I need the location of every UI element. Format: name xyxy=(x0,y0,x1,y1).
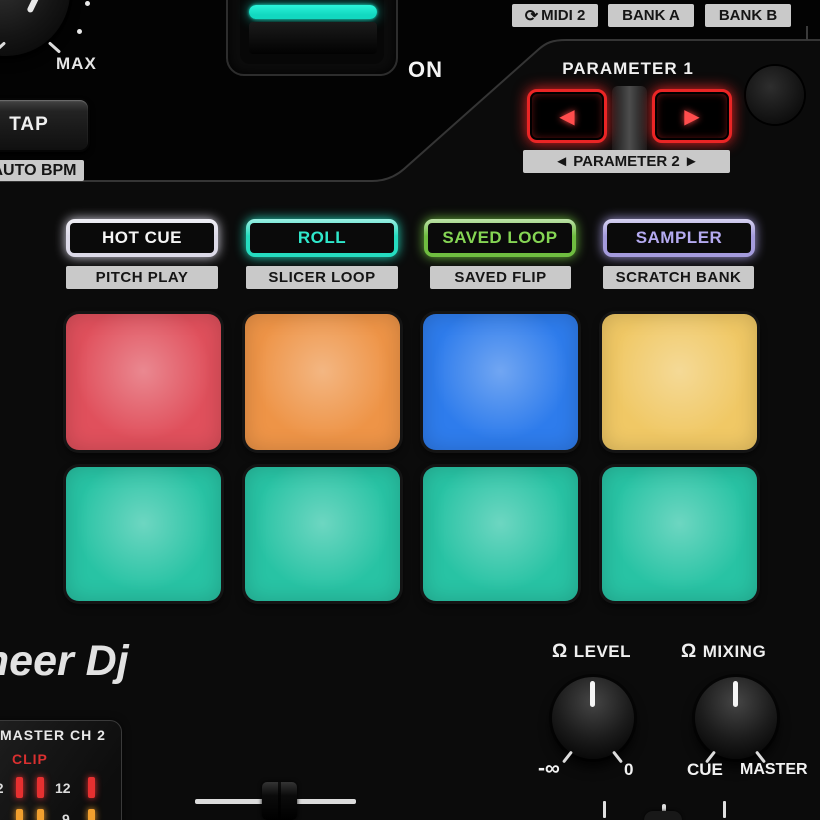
meter-scale-12-right: 12 xyxy=(55,780,71,796)
midi-sync-icon: ⟳ xyxy=(525,6,538,26)
left-arrow-icon: ◀ xyxy=(559,104,574,129)
knob-scale-dot xyxy=(77,29,82,34)
fx-paddle-light xyxy=(249,5,377,19)
meter-led-orange xyxy=(37,809,44,820)
performance-pad-5[interactable] xyxy=(66,467,221,601)
hot-cue-mode-button[interactable]: HOT CUE xyxy=(66,219,218,257)
meter-scale-12-left: 12 xyxy=(0,780,4,796)
level-knob-pointer xyxy=(590,681,595,707)
sampler-label: SAMPLER xyxy=(636,228,723,248)
slicer-loop-label: SLICER LOOP xyxy=(246,266,398,289)
on-label: ON xyxy=(408,57,443,83)
performance-pad-6[interactable] xyxy=(245,467,400,601)
saved-flip-label: SAVED FLIP xyxy=(430,266,571,289)
meter-led-red xyxy=(37,777,44,798)
saved-loop-label: SAVED LOOP xyxy=(442,228,557,248)
tap-button-label: TAP xyxy=(9,114,49,136)
hot-cue-label: HOT CUE xyxy=(102,228,182,248)
performance-pad-8[interactable] xyxy=(602,467,757,601)
midi2-label: ⟳ MIDI 2 xyxy=(512,4,598,27)
crossfader-handle[interactable] xyxy=(262,782,297,820)
level-max-label: 0 xyxy=(624,760,633,780)
headphone-mixing-label: Ω MIXING xyxy=(681,641,766,663)
right-arrow-icon: ▶ xyxy=(684,104,699,129)
parameter-left-button[interactable]: ◀ xyxy=(527,89,607,143)
meter-scale-9: 9 xyxy=(62,811,70,820)
clip-label: CLIP xyxy=(12,751,48,767)
meter-led-red xyxy=(16,777,23,798)
cue-label: CUE xyxy=(687,760,723,780)
bank-b-label: BANK B xyxy=(705,4,791,27)
performance-pad-7[interactable] xyxy=(423,467,578,601)
bottom-knob-tick xyxy=(723,801,726,818)
tap-button[interactable]: TAP xyxy=(0,98,90,152)
parameter2-label: ◄ PARAMETER 2 ► xyxy=(523,150,730,173)
headphone-level-label: Ω LEVEL xyxy=(552,641,631,663)
headphone-level-knob[interactable] xyxy=(552,677,634,759)
auto-bpm-label: AUTO BPM xyxy=(0,160,84,181)
performance-pad-4[interactable] xyxy=(602,314,757,450)
performance-pad-1[interactable] xyxy=(66,314,221,450)
dj-mixer-panel: MAX TAP AUTO BPM ON ⟳ MIDI 2 BANK A BANK… xyxy=(0,0,820,820)
knob-scale-dot xyxy=(85,1,90,6)
roll-label: ROLL xyxy=(298,228,346,248)
fx-paddle-groove xyxy=(249,22,377,54)
sampler-mode-button[interactable]: SAMPLER xyxy=(603,219,755,257)
headphones-icon: Ω xyxy=(552,641,568,663)
performance-pad-2[interactable] xyxy=(245,314,400,450)
master-label: MASTER xyxy=(740,761,808,779)
headphone-mixing-knob[interactable] xyxy=(695,677,777,759)
performance-pad-3[interactable] xyxy=(423,314,578,450)
meter-led-orange xyxy=(88,809,95,820)
bank-a-label: BANK A xyxy=(608,4,694,27)
meter-header: MASTER CH 2 xyxy=(0,727,106,743)
bottom-knob-tick xyxy=(603,801,606,818)
meter-led-orange xyxy=(16,809,23,820)
brand-logo: Pioneer Dj xyxy=(0,637,129,686)
mixing-knob-pointer xyxy=(733,681,738,707)
parameter-right-button[interactable]: ▶ xyxy=(652,89,732,143)
pitch-play-label: PITCH PLAY xyxy=(66,266,218,289)
parameter-strip xyxy=(612,86,647,160)
scratch-bank-label: SCRATCH BANK xyxy=(603,266,754,289)
level-min-label: -∞ xyxy=(538,757,560,781)
bottom-knob-top[interactable] xyxy=(644,811,682,820)
parameter1-title: PARAMETER 1 xyxy=(530,59,726,79)
max-label: MAX xyxy=(56,54,97,74)
meter-led-red xyxy=(88,777,95,798)
panel-screw xyxy=(746,66,804,124)
headphones-icon: Ω xyxy=(681,641,697,663)
roll-mode-button[interactable]: ROLL xyxy=(246,219,398,257)
saved-loop-mode-button[interactable]: SAVED LOOP xyxy=(424,219,576,257)
